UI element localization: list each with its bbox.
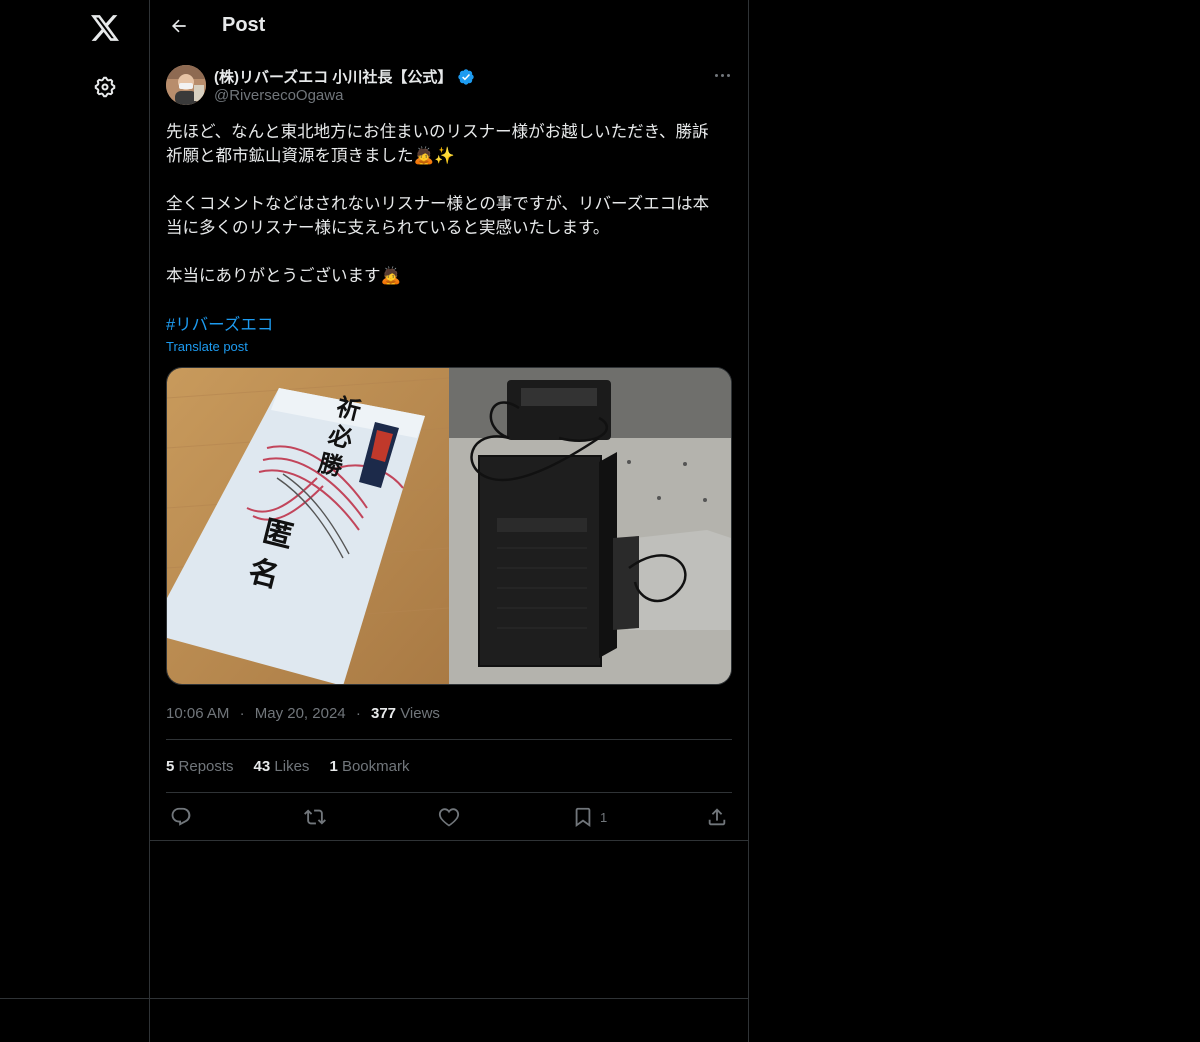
post-time[interactable]: 10:06 AM (166, 705, 229, 722)
bookmarks-count: 1 (329, 758, 338, 775)
computer-tower-photo[interactable] (449, 368, 731, 684)
settings-gear-icon[interactable] (85, 67, 125, 107)
bookmark-icon (575, 807, 591, 828)
repost-button[interactable] (304, 804, 326, 830)
reply-icon (171, 807, 191, 826)
heart-icon (438, 808, 460, 827)
likes-stat[interactable]: 43 Likes (254, 758, 310, 775)
divider (166, 792, 732, 793)
bookmark-count: 1 (600, 809, 608, 825)
action-bar: 1 (166, 796, 732, 840)
post-paragraph: 本当にありがとうございます🙇 (166, 267, 402, 285)
post-bottom-divider (150, 840, 748, 841)
views-label: Views (400, 705, 440, 722)
envelope-photo[interactable]: 祈 必 勝 匿 名 (167, 368, 450, 684)
more-options-icon[interactable] (710, 65, 734, 85)
likes-count: 43 (253, 758, 271, 775)
bookmark-button[interactable]: 1 (572, 804, 607, 830)
reply-button[interactable] (170, 804, 192, 830)
like-button[interactable] (438, 804, 460, 830)
bottom-divider (0, 998, 749, 999)
bookmarks-stat[interactable]: 1 Bookmark (329, 758, 409, 775)
post-meta: 10:06 AM · May 20, 2024 · 377 Views (166, 705, 440, 722)
author-handle[interactable]: @RiversecoOgawa (214, 87, 343, 104)
left-rail (0, 0, 150, 1042)
post-paragraph: 全くコメントなどはされないリスナー様との事ですが、リバーズエコは本 当に多くのリ… (166, 195, 710, 237)
post-text: 先ほど、なんと東北地方にお住まいのリスナー様がお越しいただき、勝訴 祈願と都市鉱… (166, 120, 732, 288)
engagement-stats: 5 Reposts 43 Likes 1 Bookmark (166, 758, 409, 775)
reposts-stat[interactable]: 5 Reposts (166, 758, 234, 775)
verified-badge-icon (458, 68, 475, 85)
main-column: Post (株)リバーズエコ 小川社長【公式】 @RiversecoOgawa … (150, 0, 749, 1042)
post-date[interactable]: May 20, 2024 (255, 705, 346, 722)
reposts-count: 5 (166, 758, 175, 775)
share-button[interactable] (706, 804, 728, 830)
post-paragraph: 先ほど、なんと東北地方にお住まいのリスナー様がお越しいただき、勝訴 祈願と都市鉱… (166, 123, 709, 165)
hashtag-link[interactable]: #リバーズエコ (166, 311, 273, 335)
bookmarks-label: Bookmark (341, 758, 410, 775)
author-name[interactable]: (株)リバーズエコ 小川社長【公式】 (214, 66, 475, 87)
top-bar: Post (150, 0, 748, 53)
likes-label: Likes (274, 758, 310, 775)
meta-separator: · (239, 705, 245, 722)
repost-icon (304, 809, 326, 825)
author-name-text: (株)リバーズエコ 小川社長【公式】 (214, 69, 453, 86)
avatar[interactable] (166, 65, 206, 105)
share-icon (708, 808, 726, 826)
x-logo-icon[interactable] (85, 8, 125, 48)
back-arrow-icon[interactable] (162, 9, 196, 43)
page-title: Post (222, 14, 266, 36)
translate-post-link[interactable]: Translate post (166, 339, 248, 354)
reposts-label: Reposts (178, 758, 234, 775)
divider (166, 739, 732, 740)
meta-separator: · (355, 705, 361, 722)
views-count: 377 (370, 705, 397, 722)
media-grid: 祈 必 勝 匿 名 (166, 367, 732, 685)
